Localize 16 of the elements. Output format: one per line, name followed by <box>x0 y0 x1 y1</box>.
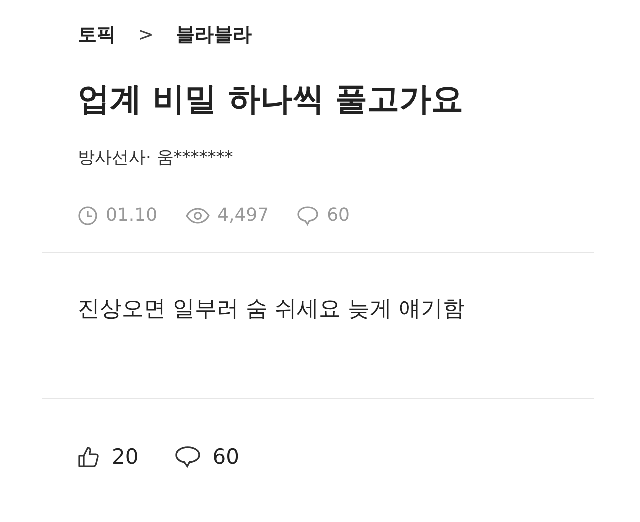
post-body: 진상오면 일부러 숨 쉬세요 늦게 얘기함 <box>78 296 466 324</box>
author-name: 방사선사· 움******* <box>78 147 234 170</box>
view-count: 4,497 <box>218 205 270 226</box>
breadcrumb-link[interactable]: 블라블라 <box>176 22 252 48</box>
comment-icon <box>297 206 320 226</box>
like-count: 20 <box>112 444 139 469</box>
post-date: 01.10 <box>106 205 158 226</box>
comment-count: 60 <box>327 205 350 226</box>
eye-icon <box>186 208 210 224</box>
clock-icon <box>78 206 98 226</box>
breadcrumb-link[interactable]: 토픽 <box>78 22 116 48</box>
breadcrumb-separator: > <box>138 24 154 46</box>
thumbs-up-icon[interactable] <box>78 446 100 468</box>
post-title: 업계 비밀 하나씩 풀고가요 <box>78 80 464 118</box>
comment-icon[interactable] <box>174 446 201 468</box>
comment-count: 60 <box>212 444 240 469</box>
